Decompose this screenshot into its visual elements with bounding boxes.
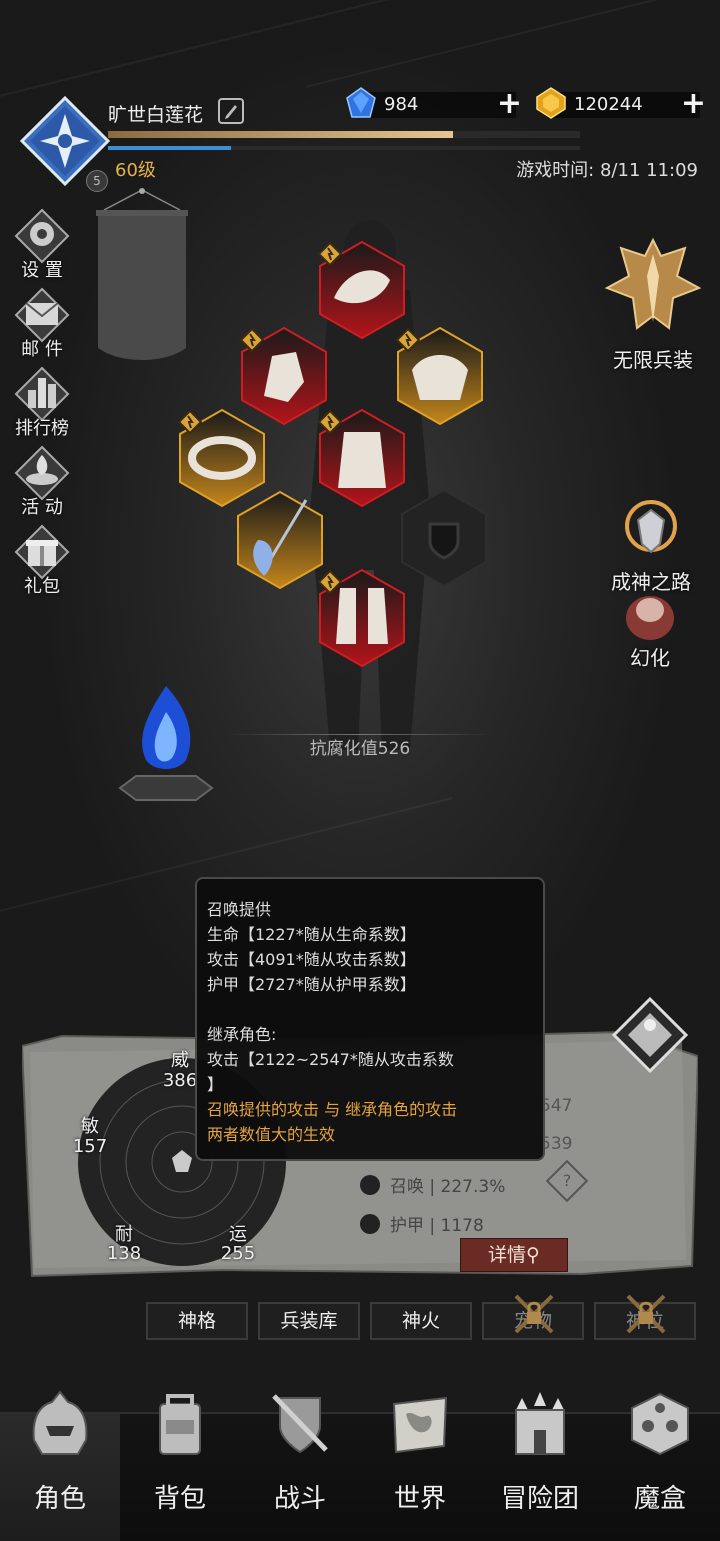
nav-adventure-team-label: 冒险团 (500, 1484, 579, 1514)
diamond-counter: 984 + (346, 87, 522, 119)
gift-button[interactable]: 礼包 (8, 524, 76, 598)
armor-stat-text: 护甲 | 1178 (390, 1216, 484, 1236)
nav-backpack[interactable]: 背包 (120, 1394, 240, 1541)
tooltip-line: 攻击【2122~2547*随从攻击系数 (207, 1050, 454, 1069)
armor-icon (360, 1214, 380, 1234)
rarity-badge-icon (318, 570, 342, 594)
add-gold-button[interactable]: + (681, 89, 706, 119)
map-scroll-icon (392, 1396, 448, 1454)
mail-button[interactable]: 邮 件 (8, 287, 76, 361)
infinite-arms-label: 无限兵装 (613, 348, 693, 372)
tab-divinity-label: 神格 (177, 1310, 216, 1332)
tooltip-note: 两者数值大的生效 (207, 1125, 336, 1144)
diamond-value: 984 (384, 94, 419, 115)
lock-icon (626, 1294, 666, 1334)
armor-stat: 护甲 | 1178 (360, 1211, 484, 1236)
player-level: 60级 (115, 160, 156, 181)
energy-bar-fill (108, 146, 231, 150)
equip-slot-weapon[interactable] (234, 490, 326, 590)
tooltip-note: 召唤提供的攻击 与 继承角色的攻击 (207, 1100, 458, 1119)
stat-nai-value: 138 (106, 1243, 142, 1264)
godhood-path-icon (625, 500, 677, 554)
xp-bar-fill (108, 131, 453, 138)
rarity-badge-icon (318, 242, 342, 266)
detail-button[interactable]: 详情⚲ (460, 1238, 568, 1272)
help-icon: ? (562, 1171, 572, 1190)
nav-backpack-label: 背包 (153, 1484, 206, 1514)
event-button[interactable]: 活 动 (8, 445, 76, 519)
settings-button[interactable]: 设 置 (8, 208, 76, 282)
tooltip-line: 】 (207, 1075, 224, 1094)
tooltip-line: 生命【1227*随从生命系数】 (207, 925, 416, 944)
transmog-icon (626, 596, 674, 640)
rarity-badge-icon (240, 328, 264, 352)
gold-counter: 120244 + (536, 87, 706, 119)
tooltip-line: 护甲【2727*随从护甲系数】 (207, 975, 416, 994)
stat-min-value: 157 (72, 1136, 108, 1157)
swords-shield-icon (272, 1394, 328, 1454)
rarity-badge-icon (178, 410, 202, 434)
nav-battle-label: 战斗 (273, 1484, 326, 1514)
tooltip-line: 攻击【4091*随从攻击系数】 (207, 950, 416, 969)
summon-stat-text: 召唤 | 227.3% (390, 1177, 506, 1197)
tab-armory[interactable]: 兵装库 (258, 1302, 360, 1340)
gold-value: 120244 (574, 94, 643, 115)
tab-divine-fire-label: 神火 (401, 1310, 440, 1332)
summon-tooltip: 召唤提供 生命【1227*随从生命系数】 攻击【4091*随从攻击系数】 护甲【… (195, 877, 545, 1161)
tab-armory-label: 兵装库 (280, 1310, 338, 1332)
lock-icon (514, 1294, 554, 1334)
summon-icon (360, 1175, 380, 1195)
stat-yun-value: 255 (220, 1243, 256, 1264)
ranking-label: 排行榜 (15, 418, 69, 439)
corruption-resistance: 抗腐化值526 (309, 739, 411, 759)
castle-icon (515, 1392, 565, 1455)
equip-slot-offhand-empty[interactable] (398, 488, 490, 588)
godhood-path-label: 成神之路 (611, 570, 691, 594)
tab-divine-fire[interactable]: 神火 (370, 1302, 472, 1340)
ranking-button[interactable]: 排行榜 (8, 366, 76, 440)
nav-magic-box-label: 魔盒 (633, 1484, 686, 1514)
rarity-badge-icon (318, 410, 342, 434)
game-time: 游戏时间: 8/11 11:09 (516, 160, 698, 181)
backpack-icon (159, 1394, 201, 1455)
tab-pet[interactable]: 宠物 (482, 1294, 584, 1340)
magnify-icon: ⚲ (526, 1244, 540, 1266)
hanging-banner (96, 188, 188, 360)
xp-bar (108, 131, 580, 138)
tab-divinity[interactable]: 神格 (146, 1302, 248, 1340)
energy-bar (108, 146, 580, 150)
infinite-arms-emblem (604, 237, 702, 330)
edit-name-icon[interactable] (218, 98, 244, 124)
nav-magic-box[interactable]: 魔盒 (600, 1392, 720, 1541)
summon-stat: 召唤 | 227.3% (360, 1172, 505, 1197)
rarity-badge-icon (396, 328, 420, 352)
nav-world[interactable]: 世界 (360, 1396, 480, 1541)
nav-character[interactable]: 角色 (0, 1390, 120, 1541)
magic-cube-icon (631, 1392, 689, 1456)
nav-battle[interactable]: 战斗 (240, 1394, 360, 1541)
bottom-nav: 角色 背包 战斗 世界 冒险团 魔盒 (0, 1390, 720, 1541)
tab-god-seat[interactable]: 神位 (594, 1294, 696, 1340)
detail-label: 详情 (488, 1244, 527, 1266)
nav-world-label: 世界 (393, 1484, 446, 1514)
gold-gem-icon (536, 87, 566, 119)
tooltip-inherit-title: 继承角色: (207, 1025, 277, 1044)
infinite-arms-button[interactable]: 无限兵装 (594, 236, 712, 373)
class-emblem-icon[interactable] (610, 995, 690, 1075)
tooltip-spacer (207, 997, 533, 1022)
blue-flame-pedestal[interactable] (116, 676, 216, 812)
stat-min-label: 敏 (81, 1116, 99, 1137)
transmog-label: 幻化 (630, 646, 670, 670)
nav-character-label: 角色 (33, 1484, 86, 1514)
diamond-icon (346, 87, 376, 118)
add-diamond-button[interactable]: + (497, 89, 522, 119)
transmog-button[interactable]: 幻化 (616, 592, 684, 671)
player-name: 旷世白莲花 (108, 104, 204, 126)
nav-adventure-team[interactable]: 冒险团 (480, 1392, 600, 1541)
godhood-path-button[interactable]: 成神之路 (596, 496, 706, 595)
tooltip-title: 召唤提供 (207, 900, 272, 919)
helmet-icon (32, 1390, 88, 1455)
